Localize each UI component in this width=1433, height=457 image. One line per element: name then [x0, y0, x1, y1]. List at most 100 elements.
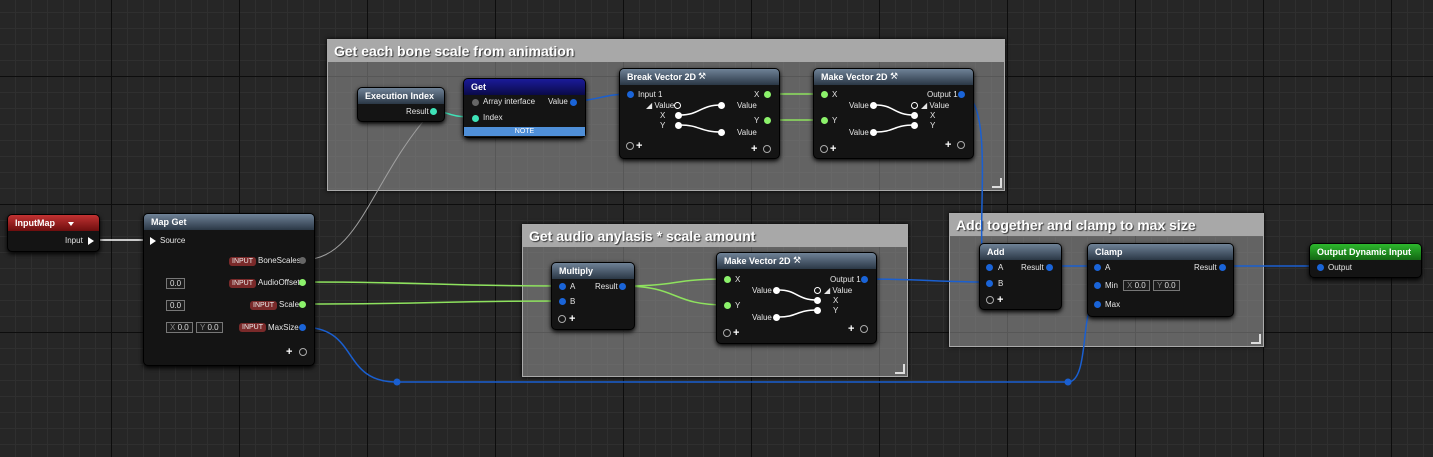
multiply-node[interactable]: Multiply A Result B +: [551, 262, 635, 330]
add-pin-icon[interactable]: +: [830, 144, 836, 155]
result-label: Result: [1021, 263, 1044, 272]
index-label: Index: [483, 113, 503, 122]
input-map-node[interactable]: InputMap Input: [7, 214, 100, 252]
reroute-knot: [1064, 378, 1072, 386]
triangle-down-icon[interactable]: [68, 222, 74, 226]
maxsize-pin[interactable]: [299, 324, 306, 331]
scale-wire: [301, 300, 562, 305]
output-b-wire: [863, 278, 989, 283]
min-y-value: 0.0: [1164, 281, 1176, 290]
value-label: Value: [548, 97, 568, 106]
execution-index-header: Execution Index: [358, 88, 444, 104]
add-pin-icon[interactable]: +: [848, 324, 854, 335]
remove-pin-icon[interactable]: [558, 315, 566, 323]
result-label: Result: [406, 107, 429, 116]
result-pin[interactable]: [619, 283, 626, 290]
input-pin-label: Input: [65, 236, 83, 245]
add-pin-icon[interactable]: +: [751, 144, 757, 155]
remove-pin-icon[interactable]: [820, 145, 828, 153]
input-exec-pin[interactable]: [88, 237, 94, 245]
scale-badge: INPUT: [250, 301, 277, 310]
make-vector-top-node[interactable]: Make Vector 2D ⚒ X Output 1 Value ◢ Valu…: [813, 68, 974, 159]
add-pin-icon[interactable]: +: [569, 314, 575, 325]
input-map-header[interactable]: InputMap: [8, 215, 99, 231]
a-label: A: [998, 263, 1004, 272]
a-label: A: [1105, 263, 1111, 272]
min-y-field[interactable]: Y 0.0: [1153, 280, 1180, 291]
multiply-header: Multiply: [552, 263, 634, 279]
value-pin[interactable]: [570, 99, 577, 106]
clamp-header: Clamp: [1088, 244, 1233, 260]
make-vector-mid-node[interactable]: Make Vector 2D ⚒ X Output 1 Value ◢ Valu…: [716, 252, 877, 344]
audio-offset-pin[interactable]: [299, 279, 306, 286]
audio-offset-field[interactable]: 0.0: [166, 278, 186, 289]
scale-pin[interactable]: [299, 301, 306, 308]
execution-index-node[interactable]: Execution Index Result: [357, 87, 445, 122]
maxsize-y-value: 0.0: [207, 323, 219, 332]
bone-scales-pin[interactable]: [299, 257, 306, 264]
add-header: Add: [980, 244, 1061, 260]
maxsize-x-value: 0.0: [177, 323, 189, 332]
mult-y-wire: [621, 285, 727, 306]
remove-pin-icon[interactable]: [986, 296, 994, 304]
max-label: Max: [1105, 300, 1121, 309]
add-pin-icon[interactable]: +: [286, 347, 292, 358]
remove-pin-icon[interactable]: [299, 348, 307, 356]
audio-offset-wire: [301, 281, 562, 287]
add-pin-icon[interactable]: +: [945, 140, 951, 151]
remove-pin-icon[interactable]: [723, 329, 731, 337]
a-pin[interactable]: [986, 264, 993, 271]
add-node[interactable]: Add A Result B +: [979, 243, 1062, 310]
audio-offset-label: AudioOffset: [258, 278, 300, 287]
add-pin-icon[interactable]: +: [636, 141, 642, 152]
a-pin[interactable]: [559, 283, 566, 290]
break-vector-node[interactable]: Break Vector 2D ⚒ Input 1 X ◢ Value X Y …: [619, 68, 780, 159]
maxsize-badge: INPUT: [239, 323, 266, 332]
map-get-header: Map Get: [144, 214, 314, 230]
maxsize-x-field[interactable]: X 0.0: [166, 322, 193, 333]
a-pin[interactable]: [1094, 264, 1101, 271]
b-pin[interactable]: [986, 280, 993, 287]
bone-scales-wire: [301, 110, 433, 261]
clamp-node[interactable]: Clamp A Result Min X 0.0 Y 0.0 Max: [1087, 243, 1234, 317]
maxsize-y-field[interactable]: Y 0.0: [196, 322, 223, 333]
result-pin[interactable]: [430, 108, 437, 115]
note-bar[interactable]: NOTE: [464, 127, 585, 136]
map-get-node[interactable]: Map Get Source INPUT BoneScales 0.0 INPU…: [143, 213, 315, 366]
output-label: Output: [1328, 263, 1353, 272]
get-node[interactable]: Get Array interface Value Index NOTE: [463, 78, 586, 138]
output-dynamic-input-node[interactable]: Output Dynamic Input Output: [1309, 243, 1422, 278]
reroute-knot: [393, 378, 401, 386]
scale-label: Scale: [279, 300, 300, 309]
output-pin[interactable]: [1317, 264, 1324, 271]
array-interface-pin[interactable]: [472, 99, 479, 106]
array-interface-label: Array interface: [483, 97, 536, 106]
get-header: Get: [464, 79, 585, 95]
scale-field[interactable]: 0.0: [166, 300, 186, 311]
mult-x-wire: [621, 278, 727, 287]
remove-pin-icon[interactable]: [860, 325, 868, 333]
result-pin[interactable]: [1219, 264, 1226, 271]
remove-pin-icon[interactable]: [626, 142, 634, 150]
x-label: X: [170, 323, 176, 332]
input-map-title: InputMap: [15, 218, 55, 228]
a-label: A: [570, 282, 576, 291]
b-pin[interactable]: [559, 298, 566, 305]
min-pin[interactable]: [1094, 282, 1101, 289]
index-pin[interactable]: [472, 115, 479, 122]
output-header: Output Dynamic Input: [1310, 244, 1421, 260]
remove-pin-icon[interactable]: [763, 145, 771, 153]
maxsize-wire: [301, 302, 1097, 383]
x-label: X: [1127, 281, 1133, 290]
add-pin-icon[interactable]: +: [733, 328, 739, 339]
remove-pin-icon[interactable]: [957, 141, 965, 149]
min-x-field[interactable]: X 0.0: [1123, 280, 1150, 291]
y-label: Y: [1157, 281, 1163, 290]
source-exec-pin[interactable]: [150, 237, 156, 245]
maxsize-label: MaxSize: [268, 323, 299, 332]
result-pin[interactable]: [1046, 264, 1053, 271]
max-pin[interactable]: [1094, 301, 1101, 308]
b-label: B: [998, 279, 1004, 288]
b-label: B: [570, 297, 576, 306]
add-pin-icon[interactable]: +: [997, 295, 1003, 306]
